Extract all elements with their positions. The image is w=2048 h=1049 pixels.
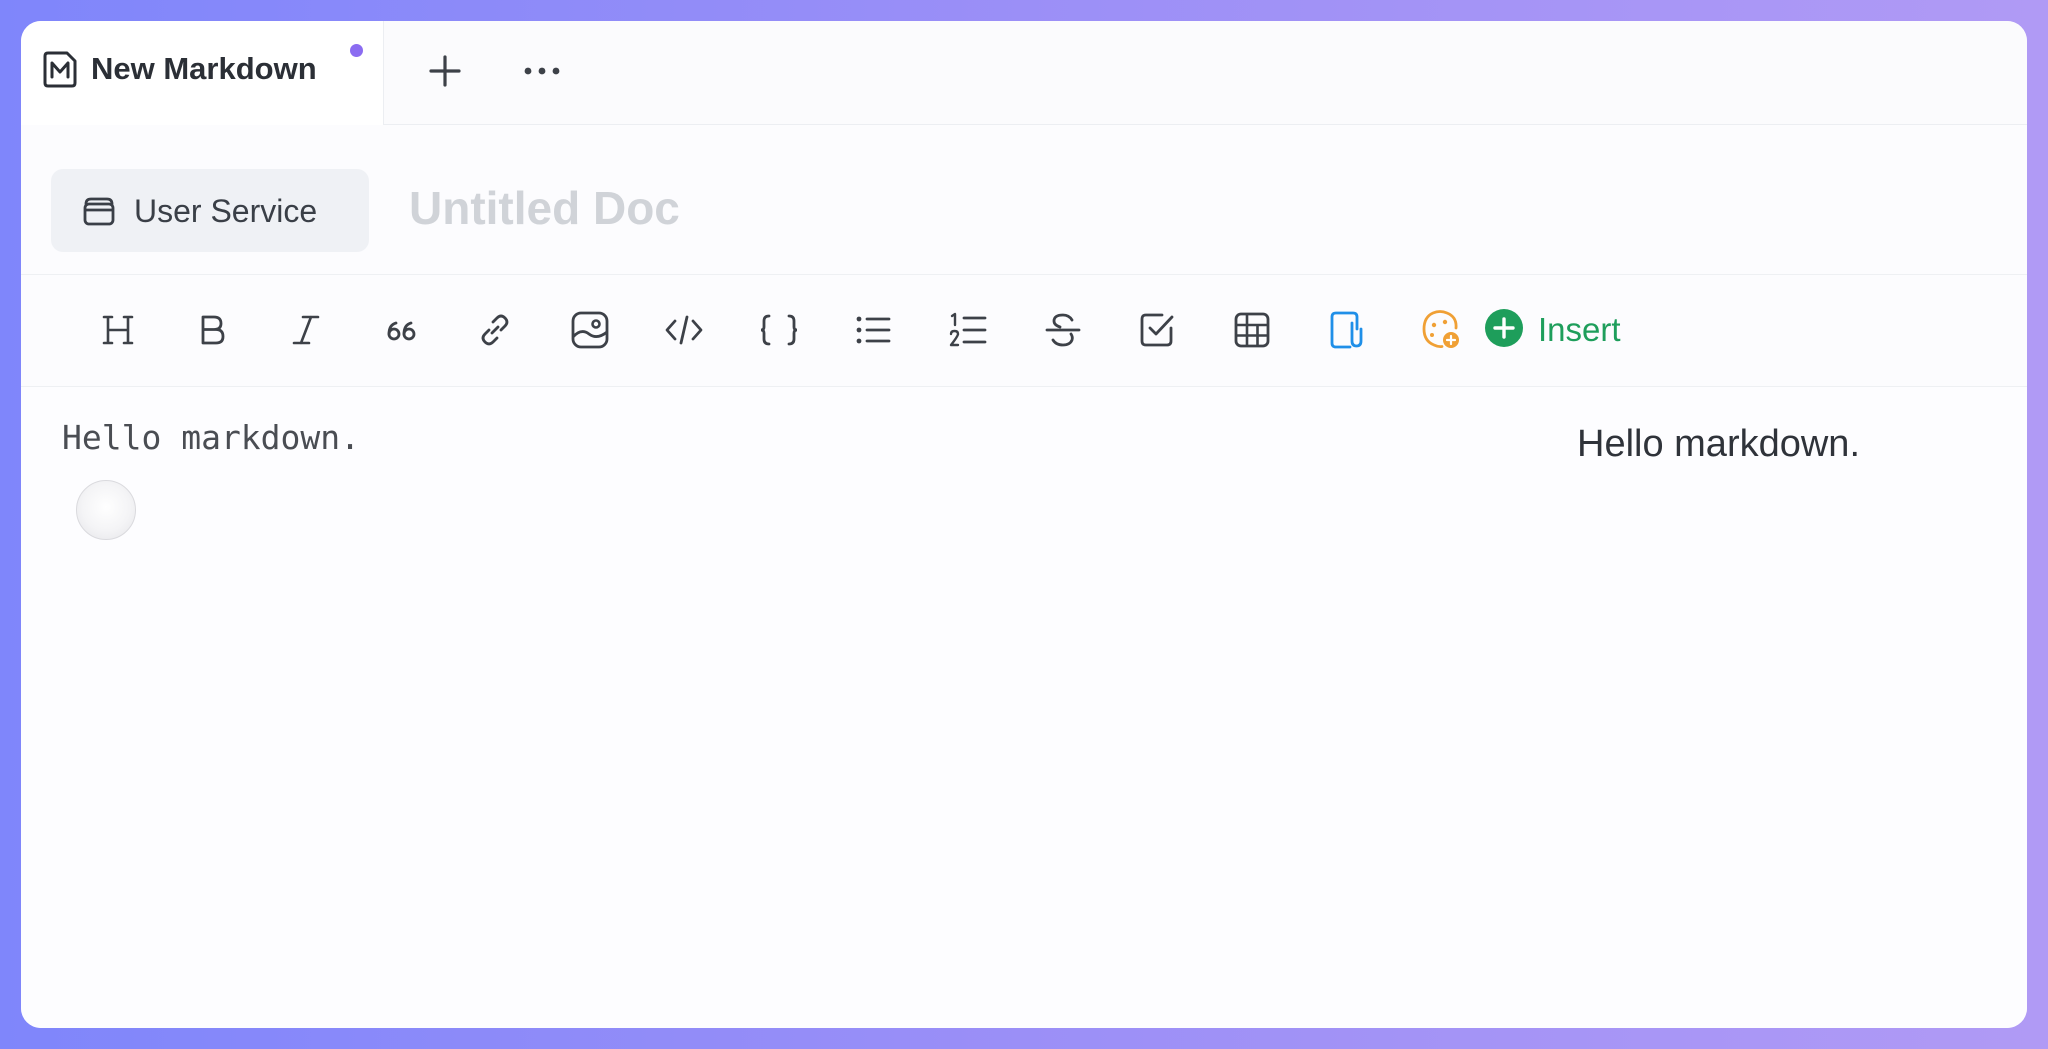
- code-icon: [664, 312, 704, 348]
- markdown-source-pane[interactable]: Hello markdown.: [21, 387, 1521, 1028]
- table-button[interactable]: [1225, 303, 1279, 357]
- quote-button[interactable]: [374, 303, 428, 357]
- plus-circle-icon: [1484, 308, 1524, 353]
- link-button[interactable]: [468, 303, 522, 357]
- strikethrough-button[interactable]: [1036, 303, 1090, 357]
- quote-icon: [383, 312, 419, 348]
- italic-button[interactable]: [279, 303, 333, 357]
- heading-icon: [100, 312, 136, 348]
- attachment-icon: [1327, 309, 1365, 351]
- checkbox-icon: [1138, 311, 1176, 349]
- editor-area: Hello markdown. Hello markdown.: [21, 387, 2027, 1028]
- more-options-button[interactable]: [518, 49, 566, 97]
- ordered-list-button[interactable]: [941, 303, 995, 357]
- italic-icon: [288, 312, 324, 348]
- add-tab-button[interactable]: [421, 49, 469, 97]
- ellipsis-icon: [522, 64, 562, 82]
- app-window: New Markdown User Service Untitled Doc I…: [21, 21, 2027, 1028]
- image-button[interactable]: [563, 303, 617, 357]
- emoji-button[interactable]: [1414, 303, 1468, 357]
- markdown-preview-text: Hello markdown.: [1577, 423, 1860, 465]
- markdown-file-icon: [41, 49, 79, 89]
- image-icon: [570, 310, 610, 350]
- task-list-button[interactable]: [1130, 303, 1184, 357]
- touch-cursor-indicator: [76, 480, 136, 540]
- link-icon: [476, 311, 514, 349]
- bullet-list-icon: [854, 312, 892, 348]
- braces-icon: [758, 312, 800, 348]
- emoji-icon: [1420, 309, 1462, 351]
- tab-title: New Markdown: [91, 51, 317, 86]
- inline-code-button[interactable]: [657, 303, 711, 357]
- document-header: User Service Untitled Doc: [21, 125, 2027, 275]
- bold-button[interactable]: [185, 303, 239, 357]
- document-title-input[interactable]: Untitled Doc: [409, 181, 680, 235]
- tab-bar-background: [383, 21, 2027, 125]
- bullet-list-button[interactable]: [846, 303, 900, 357]
- table-icon: [1233, 311, 1271, 349]
- tab-bar: New Markdown: [21, 21, 2027, 125]
- insert-button[interactable]: Insert: [1484, 305, 1621, 355]
- service-label: User Service: [134, 193, 318, 229]
- plus-icon: [428, 54, 462, 93]
- unsaved-indicator: [350, 44, 363, 57]
- tab-new-markdown[interactable]: New Markdown: [21, 21, 383, 125]
- service-selector[interactable]: User Service: [51, 169, 369, 252]
- code-block-button[interactable]: [752, 303, 806, 357]
- bold-icon: [194, 312, 230, 348]
- markdown-preview-pane: Hello markdown.: [1521, 387, 2027, 1028]
- strikethrough-icon: [1044, 311, 1082, 349]
- database-icon: [81, 193, 117, 229]
- markdown-source-text[interactable]: Hello markdown.: [62, 418, 360, 457]
- formatting-toolbar: Insert: [21, 275, 2027, 387]
- attachment-button[interactable]: [1319, 303, 1373, 357]
- insert-label: Insert: [1538, 311, 1621, 348]
- heading-button[interactable]: [91, 303, 145, 357]
- ordered-list-icon: [948, 311, 988, 349]
